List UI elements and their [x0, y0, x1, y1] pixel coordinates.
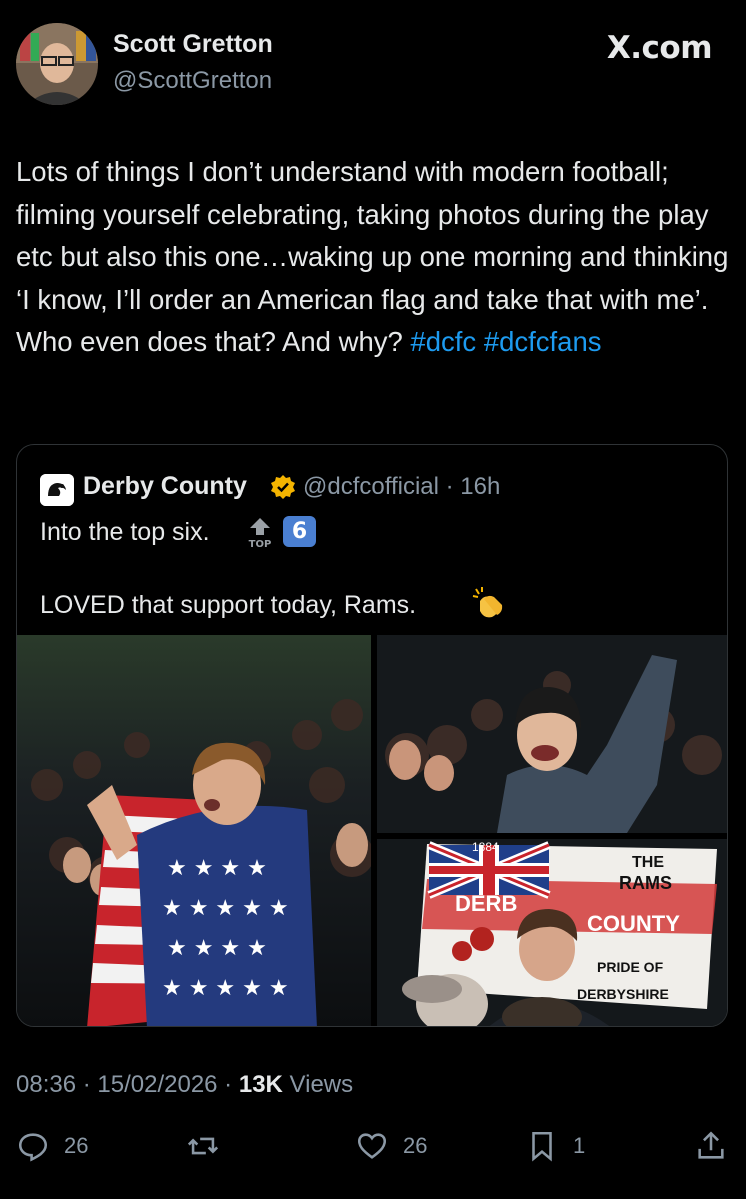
flag-text-rams: RAMS — [619, 873, 672, 893]
tweet-body: Lots of things I don’t understand with m… — [16, 156, 737, 358]
svg-text:★ ★ ★ ★ ★: ★ ★ ★ ★ ★ — [162, 976, 289, 1001]
heart-icon — [357, 1133, 387, 1159]
keycap-six-icon: 6 — [283, 516, 316, 547]
quote-author-name[interactable]: Derby County — [83, 472, 247, 501]
photo-fan-cheering[interactable] — [377, 635, 727, 833]
like-button[interactable]: 26 — [355, 1128, 427, 1164]
svg-text:★ ★ ★ ★: ★ ★ ★ ★ — [167, 936, 267, 961]
quote-line-1: Into the top six. — [40, 518, 210, 546]
quote-line-2: LOVED that support today, Rams. — [40, 591, 417, 619]
svg-text:★ ★ ★ ★: ★ ★ ★ ★ — [167, 856, 267, 881]
top-arrow-icon: TOP — [246, 515, 274, 551]
photo-fan-with-american-flag[interactable]: ★ ★ ★ ★ ★ ★ ★ ★ ★ ★ ★ ★ ★ ★ ★ ★ ★ ★ — [17, 635, 371, 1026]
views-count: 13K — [238, 1071, 283, 1098]
tweet-time[interactable]: 08:36 — [16, 1071, 76, 1098]
bookmark-icon — [532, 1131, 552, 1162]
bookmark-count: 1 — [573, 1133, 586, 1158]
flag-text-pride-of: PRIDE OF — [597, 959, 664, 975]
derby-county-logo-icon — [40, 474, 74, 506]
hashtag-dcfc[interactable]: #dcfc — [410, 326, 476, 357]
reply-icon — [18, 1133, 48, 1162]
tweet-date[interactable]: 15/02/2026 — [97, 1071, 217, 1098]
reply-count: 26 — [64, 1133, 89, 1158]
quoted-tweet[interactable]: Derby County @dcfcofficial · 16h Into th… — [16, 444, 728, 1027]
like-count: 26 — [403, 1133, 428, 1158]
reply-button[interactable]: 26 — [16, 1128, 88, 1164]
photo-derby-county-flag[interactable]: 1884 THE RAMS DERB COUNTY PRIDE OF DERBY… — [377, 839, 727, 1026]
quote-handle-time[interactable]: @dcfcofficial · 16h — [303, 473, 500, 501]
author-name[interactable]: Scott Gretton — [113, 30, 273, 59]
x-com-logo[interactable]: X.com — [607, 30, 713, 66]
bookmark-button[interactable]: 1 — [525, 1128, 585, 1164]
flag-text-derb: DERB — [455, 891, 517, 916]
hashtag-dcfcfans[interactable]: #dcfcfans — [484, 326, 602, 357]
repost-button[interactable] — [186, 1128, 220, 1164]
clapping-hands-icon — [470, 585, 506, 621]
share-button[interactable] — [694, 1128, 728, 1164]
avatar[interactable] — [16, 23, 98, 105]
tweet-text: Lots of things I don’t understand with m… — [16, 151, 731, 364]
repost-icon — [187, 1137, 219, 1155]
verified-badge-icon — [270, 474, 296, 500]
svg-text:★ ★ ★ ★ ★: ★ ★ ★ ★ ★ — [162, 896, 289, 921]
tweet-meta: 08:36 · 15/02/2026 · 13K Views — [16, 1071, 354, 1098]
share-icon — [698, 1131, 724, 1159]
flag-text-1884: 1884 — [472, 840, 499, 854]
svg-text:TOP: TOP — [249, 539, 272, 550]
flag-text-derbyshire: DERBYSHIRE — [577, 986, 669, 1002]
author-handle[interactable]: @ScottGretton — [113, 67, 272, 95]
flag-text-county: COUNTY — [587, 911, 680, 936]
views-label: Views — [289, 1071, 354, 1098]
flag-text-the: THE — [632, 854, 664, 871]
